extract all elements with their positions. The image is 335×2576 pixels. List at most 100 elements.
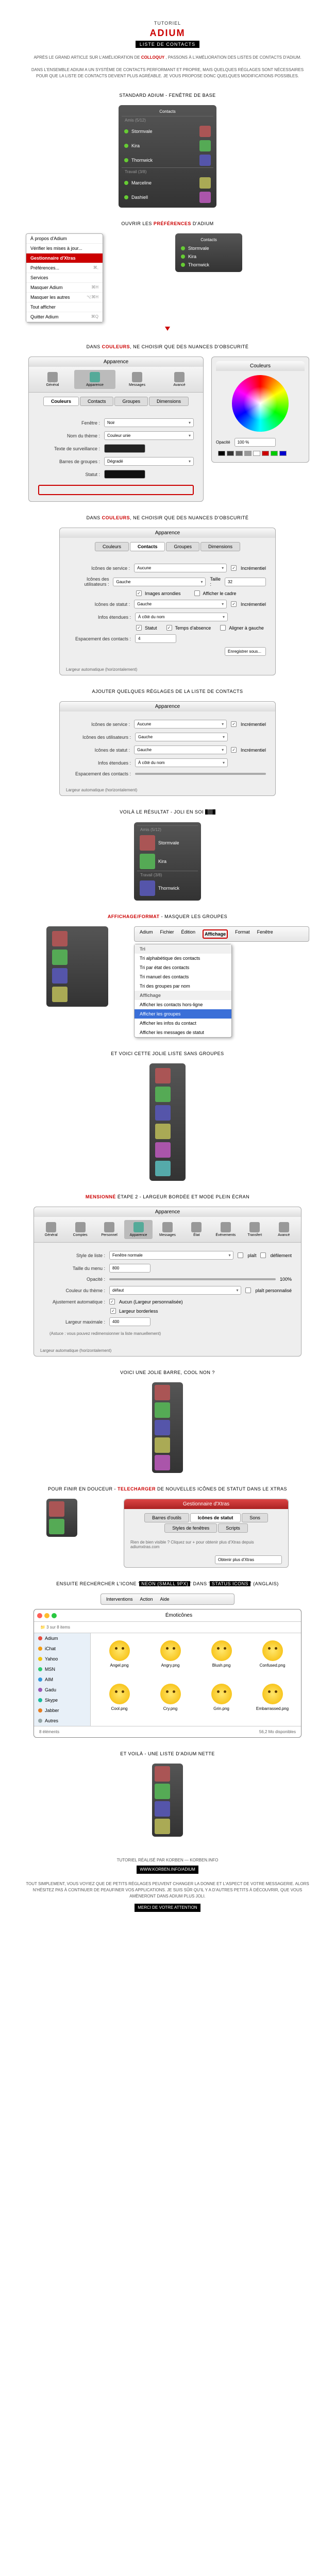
tab-evenements[interactable]: Événements bbox=[212, 1220, 240, 1239]
checkbox[interactable] bbox=[194, 590, 200, 596]
list-item[interactable] bbox=[153, 1085, 182, 1104]
checkbox[interactable] bbox=[136, 625, 142, 631]
menu-item[interactable]: Services bbox=[26, 273, 103, 283]
tab-general[interactable]: Général bbox=[32, 370, 73, 389]
color-wheel[interactable] bbox=[232, 375, 289, 432]
subtab-dimensions[interactable]: Dimensions bbox=[200, 542, 240, 551]
tab-apparence[interactable]: Apparence bbox=[124, 1220, 152, 1239]
sidebar-item[interactable]: iChat bbox=[34, 1643, 90, 1654]
select-user-icons[interactable]: Gauche▾ bbox=[113, 578, 206, 586]
file-item[interactable]: Grin.png bbox=[200, 1684, 243, 1719]
list-item[interactable] bbox=[154, 1384, 181, 1401]
close-icon[interactable] bbox=[37, 1613, 42, 1618]
list-item[interactable] bbox=[49, 948, 105, 967]
menu-size-field[interactable]: 800 bbox=[109, 1264, 150, 1273]
select-bars[interactable]: Dégradé▾ bbox=[104, 457, 194, 466]
swatch[interactable] bbox=[279, 451, 287, 456]
list-item[interactable]: Kira bbox=[137, 852, 198, 871]
menu-item[interactable]: Masquer Adium ⌘H bbox=[26, 283, 103, 293]
save-button[interactable]: Enregistrer sous... bbox=[225, 647, 266, 656]
tab-personnel[interactable]: Personnel bbox=[95, 1220, 123, 1239]
file-item[interactable]: Cry.png bbox=[149, 1684, 192, 1719]
menu-fenetre[interactable]: Fenêtre bbox=[257, 929, 273, 939]
list-item[interactable]: Thornwick bbox=[122, 153, 213, 167]
list-item[interactable] bbox=[49, 985, 105, 1004]
select[interactable]: Gauche▾ bbox=[134, 745, 227, 754]
list-item[interactable]: Kira bbox=[178, 252, 239, 261]
list-item[interactable] bbox=[153, 1141, 182, 1159]
color-swatch[interactable] bbox=[104, 444, 145, 453]
select-theme-color[interactable]: défaut▾ bbox=[109, 1286, 241, 1295]
opacity-field[interactable]: 100 % bbox=[234, 438, 276, 447]
sidebar-item[interactable]: Skype bbox=[34, 1695, 90, 1705]
list-item[interactable] bbox=[153, 1104, 182, 1122]
select-status-icons[interactable]: Gauche▾ bbox=[134, 600, 227, 608]
tab-comptes[interactable]: Comptes bbox=[66, 1220, 94, 1239]
checkbox[interactable] bbox=[231, 601, 237, 607]
checkbox[interactable] bbox=[109, 1299, 115, 1304]
footer-url[interactable]: WWW.KORBEN.INFO/ADIUM bbox=[137, 1866, 198, 1874]
checkbox[interactable] bbox=[245, 1287, 251, 1293]
xtab[interactable]: Scripts bbox=[218, 1523, 248, 1533]
tab-avance[interactable]: Avancé bbox=[270, 1220, 298, 1239]
list-item[interactable] bbox=[49, 967, 105, 985]
menu-item[interactable]: Tout afficher bbox=[26, 302, 103, 312]
file-item[interactable]: Confused.png bbox=[251, 1640, 294, 1675]
minimize-icon[interactable] bbox=[44, 1613, 49, 1618]
menu-item[interactable]: Aide bbox=[160, 1597, 170, 1602]
tab-messages[interactable]: Messages bbox=[154, 1220, 181, 1239]
sidebar-item[interactable]: MSN bbox=[34, 1664, 90, 1674]
subtab-groupes[interactable]: Groupes bbox=[114, 397, 148, 406]
max-width-field[interactable]: 400 bbox=[109, 1317, 150, 1326]
menu-item[interactable]: Afficher les messages de statut bbox=[135, 1028, 231, 1037]
file-item[interactable]: Embarrassed.png bbox=[251, 1684, 294, 1719]
list-item[interactable] bbox=[153, 1159, 182, 1178]
sidebar-item[interactable]: Adium bbox=[34, 1633, 90, 1643]
tab-advanced[interactable]: Avancé bbox=[159, 370, 200, 389]
menu-item[interactable]: Masquer les autres ⌥⌘H bbox=[26, 293, 103, 302]
menu-item[interactable]: Gestionnaire d'Xtras bbox=[26, 253, 103, 263]
checkbox[interactable] bbox=[238, 1252, 243, 1258]
sidebar-item[interactable]: Yahoo bbox=[34, 1654, 90, 1664]
list-item[interactable] bbox=[49, 929, 105, 948]
tab-messages[interactable]: Messages bbox=[116, 370, 158, 389]
color-swatch[interactable] bbox=[104, 470, 145, 479]
menu-item[interactable]: Tri alphabétique des contacts bbox=[135, 954, 231, 963]
menu-item[interactable]: Afficher les contacts hors-ligne bbox=[135, 1000, 231, 1009]
select-window[interactable]: Noir▾ bbox=[104, 418, 194, 427]
menu-item[interactable]: Afficher les groupes bbox=[135, 1009, 231, 1019]
zoom-icon[interactable] bbox=[52, 1613, 57, 1618]
list-item[interactable] bbox=[154, 1436, 181, 1454]
checkbox[interactable] bbox=[136, 590, 142, 596]
select[interactable]: Gauche▾ bbox=[135, 733, 228, 741]
file-item[interactable]: Angry.png bbox=[149, 1640, 192, 1675]
slider[interactable] bbox=[135, 773, 266, 775]
checkbox[interactable] bbox=[110, 1308, 116, 1314]
list-item[interactable]: Thornwick bbox=[178, 261, 239, 269]
list-item[interactable]: Dashiell bbox=[122, 190, 213, 205]
checkbox[interactable] bbox=[166, 625, 172, 631]
swatch[interactable] bbox=[236, 451, 243, 456]
sidebar-item[interactable]: Autres bbox=[34, 1716, 90, 1726]
checkbox[interactable] bbox=[231, 565, 237, 571]
swatch[interactable] bbox=[244, 451, 252, 456]
select-theme[interactable]: Couleur unie▾ bbox=[104, 431, 194, 440]
swatch[interactable] bbox=[218, 451, 225, 456]
list-item[interactable]: Stormvale bbox=[178, 244, 239, 252]
checkbox[interactable] bbox=[260, 1252, 266, 1258]
menu-item[interactable]: Action bbox=[140, 1597, 153, 1602]
subtab-contacts[interactable]: Contacts bbox=[80, 397, 114, 406]
size-field[interactable]: 32 bbox=[225, 578, 266, 586]
list-item[interactable] bbox=[154, 1401, 181, 1419]
xtab[interactable]: Icônes de statut bbox=[190, 1513, 241, 1522]
subtab-couleurs[interactable]: Couleurs bbox=[95, 542, 129, 551]
list-item[interactable]: Stormvale bbox=[122, 124, 213, 139]
tab-apparence[interactable]: Apparence bbox=[74, 370, 115, 389]
file-item[interactable]: Blush.png bbox=[200, 1640, 243, 1675]
swatch[interactable] bbox=[271, 451, 278, 456]
menu-affichage[interactable]: Affichage bbox=[203, 929, 228, 939]
list-item[interactable] bbox=[154, 1454, 181, 1471]
menu-item[interactable]: Vérifier les mises à jour... bbox=[26, 244, 103, 253]
colloquy-link[interactable]: COLLOQUY bbox=[141, 55, 164, 60]
select[interactable]: À côté du nom▾ bbox=[135, 758, 228, 767]
